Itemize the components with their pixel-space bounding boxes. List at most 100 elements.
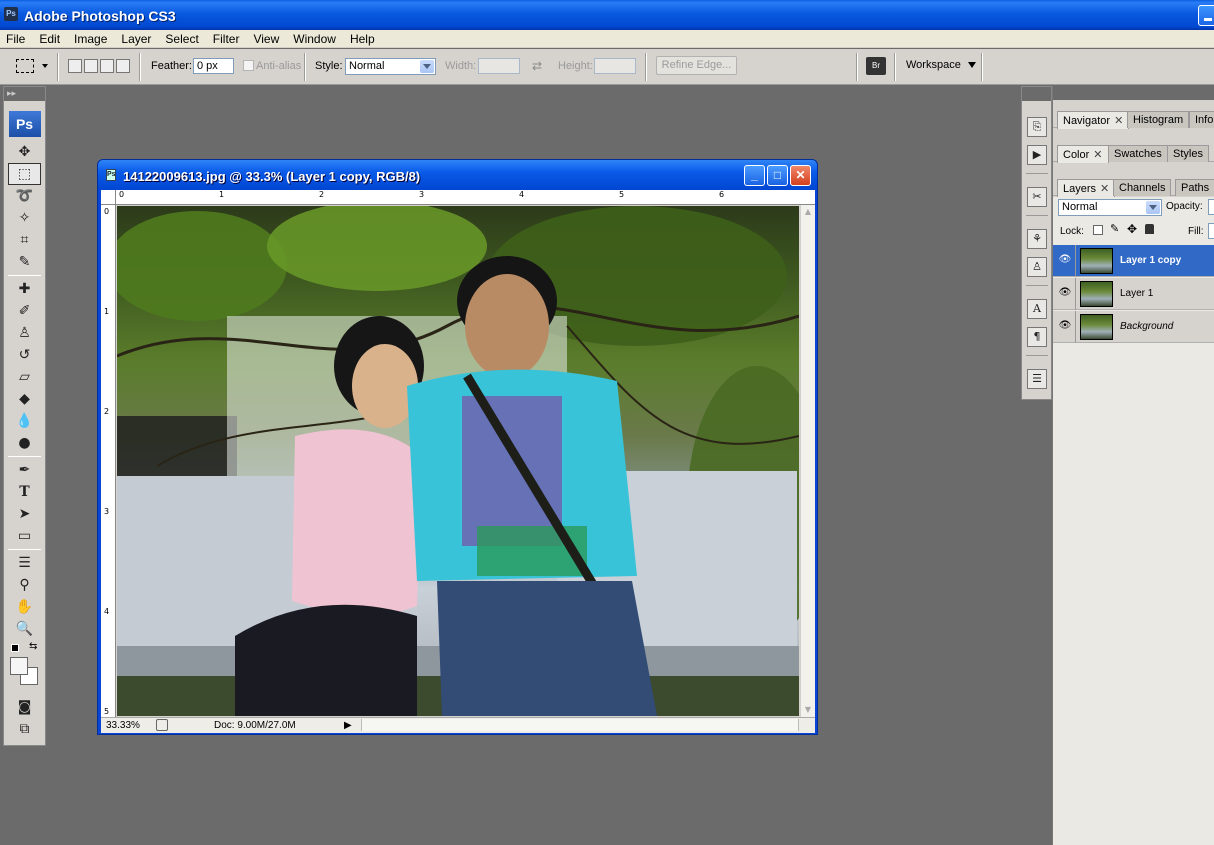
antialias-checkbox[interactable] [243,60,254,71]
add-to-selection-icon[interactable] [84,59,98,73]
rectangle-tool-icon[interactable]: ▭ [4,525,45,547]
eye-icon[interactable]: 👁 [1058,320,1072,332]
ruler-origin[interactable] [101,190,116,205]
width-input[interactable] [478,58,520,74]
close-document-button[interactable]: ✕ [790,165,811,186]
lock-pixels-icon[interactable]: ✎ [1110,222,1119,235]
minimize-app-button[interactable] [1198,5,1214,26]
layer-row[interactable]: 👁 Layer 1 [1053,278,1214,310]
type-tool-icon[interactable]: T [4,481,45,503]
chevron-down-icon[interactable] [42,64,48,68]
maximize-document-button[interactable]: □ [767,165,788,186]
scroll-up-arrow-icon[interactable]: ▲ [803,207,813,217]
menu-view[interactable]: View [246,30,286,46]
healing-brush-tool-icon[interactable]: ✚ [4,278,45,300]
new-selection-icon[interactable] [68,59,82,73]
document-titlebar[interactable]: Ps 14122009613.jpg @ 33.3% (Layer 1 copy… [98,160,817,190]
dodge-tool-icon[interactable]: ● [4,432,45,454]
feather-input[interactable]: 0 px [193,58,234,74]
default-colors-icon[interactable] [11,644,19,652]
menu-image[interactable]: Image [67,30,114,46]
subtract-from-selection-icon[interactable] [100,59,114,73]
clone-stamp-tool-icon[interactable]: ♙ [4,322,45,344]
dropdown-arrow-icon[interactable] [1146,201,1160,214]
lock-transparency-icon[interactable] [1093,225,1103,235]
scroll-down-arrow-icon[interactable]: ▼ [803,705,813,715]
zoom-level[interactable]: 33.33% [106,720,140,731]
refine-edge-button[interactable]: Refine Edge... [656,56,737,75]
paint-bucket-tool-icon[interactable]: ◆ [4,388,45,410]
vertical-scrollbar[interactable]: ▲ ▼ [800,205,815,717]
horizontal-scrollbar[interactable] [361,719,799,731]
brushes-panel-icon[interactable]: ⚘ [1027,229,1047,249]
pen-tool-icon[interactable]: ✒ [4,459,45,481]
minimize-document-button[interactable]: _ [744,165,765,186]
close-icon[interactable]: ✕ [1114,115,1123,127]
swap-dimensions-icon[interactable]: ⇄ [532,59,542,73]
tab-channels[interactable]: Channels [1113,179,1172,196]
eraser-tool-icon[interactable]: ▱ [4,366,45,388]
eye-icon[interactable]: 👁 [1058,254,1072,266]
tab-histogram[interactable]: Histogram [1127,111,1190,128]
layer-row[interactable]: 👁 Layer 1 copy [1053,245,1214,277]
tab-info[interactable]: Info [1189,111,1214,128]
blur-tool-icon[interactable]: 💧 [4,410,45,432]
menu-filter[interactable]: Filter [206,30,247,46]
menu-select[interactable]: Select [158,30,205,46]
intersect-selection-icon[interactable] [116,59,130,73]
foreground-color-swatch[interactable] [10,657,28,675]
tab-swatches[interactable]: Swatches [1108,145,1168,162]
lock-all-icon[interactable] [1145,224,1154,234]
tab-color[interactable]: Color ✕ [1057,145,1109,163]
path-selection-tool-icon[interactable]: ➤ [4,503,45,525]
dropdown-arrow-icon[interactable] [420,60,434,73]
clone-source-icon[interactable]: ♙ [1027,257,1047,277]
tab-paths[interactable]: Paths [1175,179,1214,196]
rectangular-marquee-tool-icon[interactable]: ⬚ [8,163,41,185]
hand-tool-icon[interactable]: ✋ [4,596,45,618]
blend-mode-select[interactable]: Normal [1058,199,1162,216]
menu-window[interactable]: Window [286,30,343,46]
menu-edit[interactable]: Edit [32,30,67,46]
marquee-preset-icon[interactable] [16,59,34,73]
magic-wand-tool-icon[interactable]: ✧ [4,207,45,229]
menu-file[interactable]: File [0,30,32,46]
menu-layer[interactable]: Layer [114,30,158,46]
layer-row[interactable]: 👁 Background [1053,311,1214,343]
horizontal-ruler[interactable]: 0 1 2 3 4 5 6 [116,190,815,205]
close-icon[interactable]: ✕ [1093,149,1102,161]
character-panel-icon[interactable]: A [1027,299,1047,319]
tab-layers[interactable]: Layers ✕ [1057,179,1116,197]
eye-icon[interactable]: 👁 [1058,287,1072,299]
bridge-icon[interactable]: Br [866,57,886,75]
crop-tool-icon[interactable]: ⌗ [4,229,45,251]
swap-colors-icon[interactable]: ⇆ [29,641,37,652]
vertical-ruler[interactable]: 0 1 2 3 4 5 [101,205,116,717]
tab-styles[interactable]: Styles [1167,145,1209,162]
brush-tool-icon[interactable]: ✐ [4,300,45,322]
move-tool-icon[interactable]: ✥ [4,141,45,163]
history-panel-icon[interactable]: ⎘ [1027,117,1047,137]
tool-presets-icon[interactable]: ✂ [1027,187,1047,207]
opacity-input[interactable] [1208,199,1214,215]
close-icon[interactable]: ✕ [1100,183,1109,195]
zoom-tool-icon[interactable]: 🔍 [4,618,45,640]
style-select[interactable]: Normal [345,58,436,75]
history-brush-tool-icon[interactable]: ↺ [4,344,45,366]
panel-dock-grip[interactable] [1053,86,1214,100]
eyedropper-tool-icon[interactable]: ⚲ [4,574,45,596]
status-menu-icon[interactable] [156,719,168,731]
status-play-arrow-icon[interactable]: ▶ [344,720,352,731]
lock-position-icon[interactable]: ✥ [1127,222,1137,236]
layer-comps-icon[interactable]: ☰ [1027,369,1047,389]
tab-navigator[interactable]: Navigator ✕ [1057,111,1130,129]
workspace-button[interactable]: Workspace [906,59,976,71]
fill-input[interactable] [1208,223,1214,239]
slice-tool-icon[interactable]: ✎ [4,251,45,273]
quick-mask-icon[interactable]: ◙ [4,696,45,718]
height-input[interactable] [594,58,636,74]
screen-mode-icon[interactable]: ⧉ [4,718,45,740]
dock-grip[interactable] [1022,87,1051,101]
photoshop-logo[interactable]: Ps [8,111,41,137]
actions-panel-icon[interactable]: ▶ [1027,145,1047,165]
